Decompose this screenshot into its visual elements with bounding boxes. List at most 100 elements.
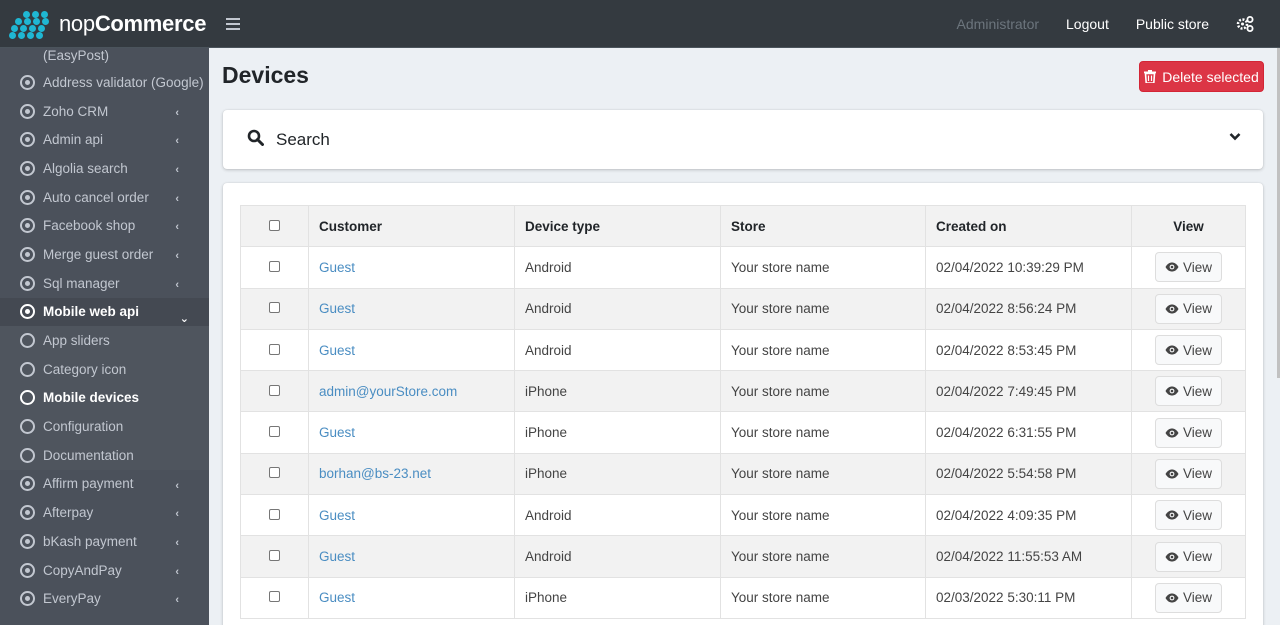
gears-icon[interactable] <box>1236 15 1254 33</box>
created-on-cell: 02/04/2022 4:09:35 PM <box>925 494 1132 537</box>
view-label: View <box>1182 425 1213 441</box>
customer-link[interactable]: Guest <box>319 590 355 605</box>
device-type-cell: iPhone <box>514 411 721 454</box>
eye-icon <box>1165 345 1179 355</box>
sidebar-item-bkash-payment[interactable]: bKash payment ‹ <box>0 527 209 556</box>
circle-dot-icon <box>20 562 35 578</box>
eye-icon <box>1165 428 1179 438</box>
table-row: Guest iPhone Your store name 02/04/2022 6:3… <box>240 411 1246 454</box>
row-checkbox[interactable] <box>269 302 280 314</box>
sidebar-item-easypost-fragment[interactable]: (EasyPost) <box>0 48 209 68</box>
sidebar-item-merge-guest-order[interactable]: Merge guest order ‹ <box>0 240 209 269</box>
device-type-cell: iPhone <box>514 370 721 413</box>
view-button[interactable]: View <box>1155 582 1222 613</box>
sidebar-item-copyandpay[interactable]: CopyAndPay ‹ <box>0 556 209 585</box>
sidebar-item-everypay[interactable]: EveryPay ‹ <box>0 584 209 613</box>
row-select-cell <box>240 370 309 413</box>
view-button[interactable]: View <box>1155 376 1222 407</box>
view-label: View <box>1182 590 1213 606</box>
row-checkbox[interactable] <box>269 467 280 479</box>
sidebar-item-configuration[interactable]: Configuration <box>0 412 209 441</box>
circle-dot-icon <box>20 476 35 492</box>
row-checkbox[interactable] <box>269 426 280 438</box>
table-row: Guest Android Your store name 02/04/2022 11… <box>240 535 1246 578</box>
chevron-left-icon: ‹ <box>175 565 179 578</box>
store-cell: Your store name <box>720 328 926 372</box>
row-checkbox[interactable] <box>269 550 280 562</box>
column-header-customer[interactable]: Customer <box>308 204 515 248</box>
device-type-cell: iPhone <box>514 576 721 619</box>
customer-link[interactable]: admin@yourStore.com <box>319 384 457 399</box>
column-header-store[interactable]: Store <box>720 204 926 248</box>
hamburger-menu-icon[interactable] <box>226 16 240 30</box>
circle-dot-icon <box>20 304 35 320</box>
sidebar-item-label: CopyAndPay <box>43 562 122 578</box>
row-checkbox[interactable] <box>269 508 280 520</box>
delete-selected-button[interactable]: Delete selected <box>1139 61 1264 92</box>
search-panel[interactable]: Search <box>223 110 1263 169</box>
row-checkbox[interactable] <box>269 343 280 355</box>
eye-icon <box>1165 510 1179 520</box>
customer-link[interactable]: Guest <box>319 260 355 275</box>
chevron-down-icon[interactable] <box>1229 132 1241 141</box>
view-button[interactable]: View <box>1155 458 1222 489</box>
circle-dot-icon <box>20 103 35 119</box>
row-checkbox[interactable] <box>269 260 280 272</box>
logo-text: nopCommerce <box>59 11 207 36</box>
customer-link[interactable]: Guest <box>319 301 355 316</box>
customer-link[interactable]: borhan@bs-23.net <box>319 466 431 481</box>
customer-link[interactable]: Guest <box>319 425 355 440</box>
view-cell: View <box>1131 494 1246 537</box>
view-cell: View <box>1131 576 1246 619</box>
circle-icon <box>20 419 35 435</box>
sidebar-item-facebook-shop[interactable]: Facebook shop ‹ <box>0 211 209 240</box>
view-label: View <box>1182 383 1213 399</box>
logout-link[interactable]: Logout <box>1066 16 1109 32</box>
sidebar-item-algolia-search[interactable]: Algolia search ‹ <box>0 154 209 183</box>
circle-dot-icon <box>20 505 35 521</box>
row-checkbox[interactable] <box>269 591 280 603</box>
row-select-cell <box>240 246 309 289</box>
sidebar-item-afterpay[interactable]: Afterpay ‹ <box>0 498 209 527</box>
sidebar-item-affirm-payment[interactable]: Affirm payment ‹ <box>0 470 209 499</box>
sidebar-item-label: Auto cancel order <box>43 189 149 205</box>
sidebar-item-label: Afterpay <box>43 505 94 521</box>
public-store-link[interactable]: Public store <box>1136 16 1209 32</box>
logo[interactable]: nopCommerce <box>0 0 209 48</box>
sidebar-item-label: Documentation <box>43 447 134 463</box>
sidebar-item-address-validator-google[interactable]: Address validator (Google) <box>0 68 209 97</box>
sidebar-item-category-icon[interactable]: Category icon <box>0 355 209 384</box>
top-navbar: nopCommerce Administrator Logout Public … <box>0 0 1280 48</box>
created-on-cell: 02/04/2022 5:54:58 PM <box>925 452 1132 496</box>
view-cell: View <box>1131 328 1246 372</box>
column-header-created-on[interactable]: Created on <box>925 204 1132 248</box>
view-button[interactable]: View <box>1155 252 1222 283</box>
device-type-cell: Android <box>514 287 721 330</box>
column-header-device-type[interactable]: Device type <box>514 204 721 248</box>
eye-icon <box>1165 469 1179 479</box>
sidebar-item-auto-cancel-order[interactable]: Auto cancel order ‹ <box>0 183 209 212</box>
sidebar-item-mobile-web-api[interactable]: Mobile web api ⌄ <box>0 297 209 327</box>
sidebar-item-documentation[interactable]: Documentation <box>0 441 209 470</box>
view-button[interactable]: View <box>1155 335 1222 366</box>
view-button[interactable]: View <box>1155 500 1222 531</box>
customer-link[interactable]: Guest <box>319 549 355 564</box>
sidebar-item-sql-manager[interactable]: Sql manager ‹ <box>0 269 209 298</box>
select-all-checkbox[interactable] <box>269 219 280 231</box>
view-button[interactable]: View <box>1155 541 1222 572</box>
sidebar-item-label: Algolia search <box>43 160 128 176</box>
trash-icon <box>1144 70 1157 83</box>
sidebar: (EasyPost) Address validator (Google) Zoh… <box>0 48 209 625</box>
customer-cell: Guest <box>308 535 515 578</box>
sidebar-item-zoho-crm[interactable]: Zoho CRM ‹ <box>0 97 209 126</box>
view-button[interactable]: View <box>1155 293 1222 324</box>
customer-link[interactable]: Guest <box>319 343 355 358</box>
sidebar-item-admin-api[interactable]: Admin api ‹ <box>0 125 209 154</box>
customer-link[interactable]: Guest <box>319 508 355 523</box>
store-cell: Your store name <box>720 535 926 578</box>
view-button[interactable]: View <box>1155 417 1222 448</box>
sidebar-item-app-sliders[interactable]: App sliders <box>0 326 209 355</box>
row-checkbox[interactable] <box>269 384 280 396</box>
sidebar-item-mobile-devices[interactable]: Mobile devices <box>0 384 209 413</box>
created-on-cell: 02/04/2022 8:53:45 PM <box>925 328 1132 372</box>
